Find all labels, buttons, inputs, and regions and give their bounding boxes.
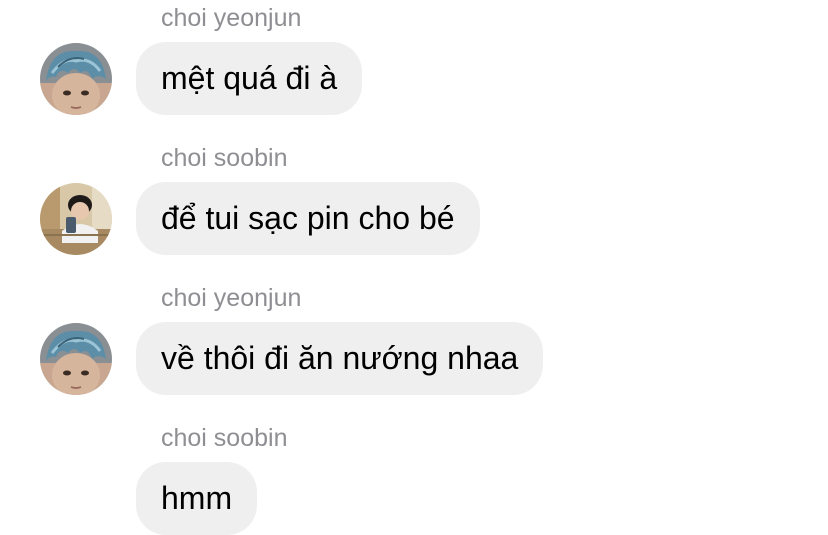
sender-name: choi soobin: [161, 424, 288, 452]
sender-name: choi yeonjun: [161, 4, 302, 32]
avatar[interactable]: [40, 183, 112, 255]
avatar[interactable]: [40, 43, 112, 115]
avatar[interactable]: [40, 323, 112, 395]
message-bubble[interactable]: hmm: [136, 462, 258, 535]
avatar-yeonjun-image: [40, 43, 112, 115]
message-bubble[interactable]: để tui sạc pin cho bé: [136, 182, 480, 255]
avatar-soobin-image: [40, 183, 112, 255]
sender-name: choi soobin: [161, 144, 288, 172]
avatar-yeonjun-image: [40, 323, 112, 395]
message-bubble[interactable]: mệt quá đi à: [136, 42, 363, 115]
message-bubble[interactable]: về thôi đi ăn nướng nhaa: [136, 322, 544, 395]
sender-name: choi yeonjun: [161, 284, 302, 312]
